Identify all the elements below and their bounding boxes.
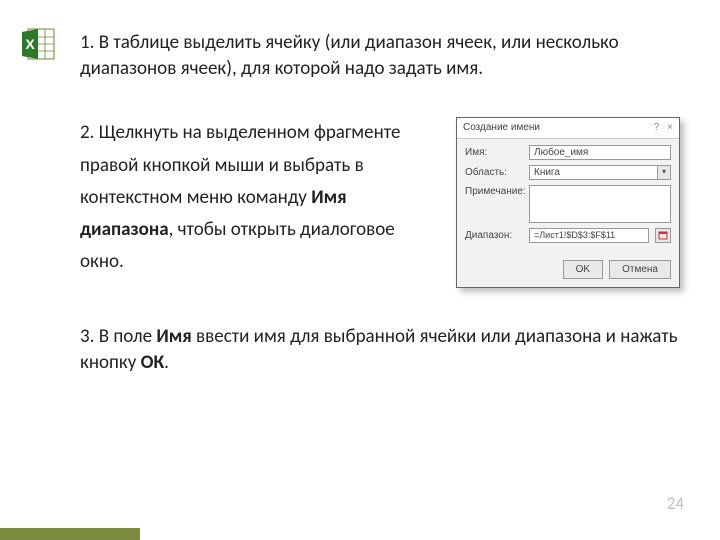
create-name-dialog: Создание имени ? × Имя: Любое_имя Област… xyxy=(456,117,680,288)
svg-text:X: X xyxy=(25,36,35,52)
name-label: Имя: xyxy=(465,146,523,160)
ok-button[interactable]: OK xyxy=(563,260,603,280)
comment-field[interactable] xyxy=(529,185,671,223)
step-3-text: 3. В поле Имя ввести имя для выбранной я… xyxy=(80,324,680,375)
dialog-titlebar: Создание имени ? × xyxy=(457,118,679,139)
help-icon[interactable]: ? xyxy=(654,121,660,135)
comment-label: Примечание: xyxy=(465,185,523,199)
range-label: Диапазон: xyxy=(465,229,523,243)
scope-label: Область: xyxy=(465,166,523,180)
page-number: 24 xyxy=(667,493,684,514)
chevron-down-icon: ▾ xyxy=(657,165,671,180)
close-icon[interactable]: × xyxy=(667,121,673,135)
dialog-title: Создание имени xyxy=(463,121,540,135)
range-picker-icon[interactable] xyxy=(655,228,671,243)
range-field[interactable]: =Лист1!$D$3:$F$11 xyxy=(529,228,649,243)
accent-bar xyxy=(0,528,140,540)
step-2-text: 2. Щелкнуть на выделенном фрагменте прав… xyxy=(80,117,438,288)
scope-select[interactable]: Книга ▾ xyxy=(529,165,671,180)
name-field[interactable]: Любое_имя xyxy=(529,145,671,160)
step-1-text: 1. В таблице выделить ячейку (или диапаз… xyxy=(80,30,680,81)
excel-icon: X xyxy=(18,26,58,62)
cancel-button[interactable]: Отмена xyxy=(609,260,671,280)
